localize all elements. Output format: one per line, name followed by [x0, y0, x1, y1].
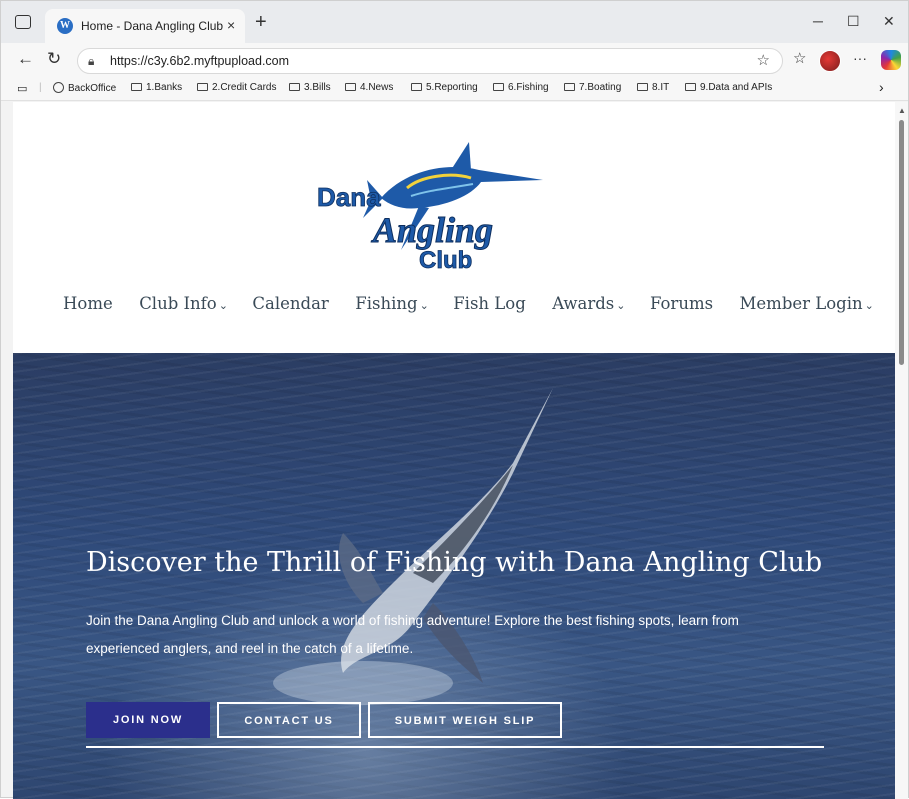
window-close-icon[interactable]: ✕: [883, 13, 895, 30]
logo-text-angling: Angling: [371, 210, 493, 250]
bookmark-star-icon[interactable]: ☆: [757, 51, 770, 69]
nav-member-login[interactable]: Member Login ⌄: [740, 294, 874, 313]
chevron-down-icon: ⌄: [218, 299, 228, 312]
address-bar[interactable]: 🔒︎ https://c3y.6b2.myftpupload.com ☆: [77, 48, 783, 74]
profile-avatar[interactable]: [819, 50, 841, 72]
favorites-icon[interactable]: ☆: [793, 49, 806, 67]
copilot-icon[interactable]: [881, 50, 901, 70]
bookmark-label: 7.Boating: [579, 82, 622, 93]
join-now-button[interactable]: JOIN NOW: [86, 702, 210, 738]
bookmark-label: 6.Fishing: [508, 82, 549, 93]
tab-title: Home - Dana Angling Club: [81, 19, 224, 33]
nav-home[interactable]: Home: [63, 294, 115, 313]
folder-icon: [197, 83, 208, 91]
bookmark-backoffice[interactable]: BackOffice: [53, 82, 116, 94]
tab-home[interactable]: W Home - Dana Angling Club ×: [45, 9, 245, 43]
folder-icon: [564, 83, 575, 91]
bookmark-bar-icon[interactable]: ▭: [17, 82, 27, 95]
bookmark-banks[interactable]: 1.Banks: [131, 82, 182, 93]
minimize-icon[interactable]: ─: [813, 13, 823, 29]
chevron-down-icon: ⌄: [616, 299, 626, 312]
hero-banner: Discover the Thrill of Fishing with Dana…: [13, 353, 895, 799]
maximize-icon[interactable]: ☐: [847, 13, 860, 30]
main-nav: Home Club Info ⌄ Calendar Fishing ⌄ Fish L…: [63, 294, 894, 322]
bookmark-news[interactable]: 4.News: [345, 82, 393, 93]
folder-icon: [493, 83, 504, 91]
browser-window: W Home - Dana Angling Club × + ─ ☐ ✕ ← ↻…: [0, 0, 909, 799]
bookmark-data-apis[interactable]: 9.Data and APIs: [685, 82, 772, 93]
folder-icon: [411, 83, 422, 91]
tab-actions-icon[interactable]: [15, 15, 31, 29]
bookmark-reporting[interactable]: 5.Reporting: [411, 82, 478, 93]
web-page: Dana Angling Club Home Club Info ⌄ Calend…: [13, 102, 895, 799]
bookmark-boating[interactable]: 7.Boating: [564, 82, 621, 93]
folder-icon: [345, 83, 356, 91]
club-logo[interactable]: Dana Angling Club: [311, 140, 551, 275]
folder-icon: [131, 83, 142, 91]
bookmark-label: 9.Data and APIs: [700, 82, 773, 93]
bookmark-label: 3.Bills: [304, 82, 331, 93]
folder-icon: [685, 83, 696, 91]
bookmarks-overflow-icon[interactable]: ›: [879, 79, 884, 95]
nav-club-info[interactable]: Club Info ⌄: [139, 294, 228, 313]
logo-text-club: Club: [419, 247, 472, 274]
reload-icon[interactable]: ↻: [47, 49, 61, 69]
hero-title: Discover the Thrill of Fishing with Dana…: [86, 547, 823, 578]
page-scrollbar[interactable]: ▲: [895, 102, 908, 799]
nav-calendar[interactable]: Calendar: [252, 294, 330, 313]
hero-divider: [86, 746, 824, 748]
nav-forums[interactable]: Forums: [650, 294, 715, 313]
bookmark-label: 8.IT: [652, 82, 670, 93]
contact-us-button[interactable]: CONTACT US: [217, 702, 361, 738]
globe-icon: [53, 82, 64, 93]
bookmarks-divider: |: [39, 82, 42, 93]
bookmark-bills[interactable]: 3.Bills: [289, 82, 331, 93]
browser-toolbar: ← ↻ 🔒︎ https://c3y.6b2.myftpupload.com ☆…: [1, 43, 908, 79]
hero-description: Join the Dana Angling Club and unlock a …: [86, 613, 739, 656]
folder-icon: [289, 83, 300, 91]
wordpress-icon: W: [57, 18, 73, 34]
bookmark-credit-cards[interactable]: 2.Credit Cards: [197, 82, 276, 93]
nav-fish-log[interactable]: Fish Log: [453, 294, 528, 313]
folder-icon: [637, 83, 648, 91]
bookmark-label: 4.News: [360, 82, 394, 93]
chevron-down-icon: ⌄: [419, 299, 429, 312]
submit-weigh-slip-button[interactable]: SUBMIT WEIGH SLIP: [368, 702, 562, 738]
scroll-up-icon[interactable]: ▲: [898, 106, 906, 115]
chevron-down-icon: ⌄: [864, 299, 874, 312]
bookmark-label: 5.Reporting: [426, 82, 478, 93]
url-text[interactable]: https://c3y.6b2.myftpupload.com: [110, 54, 289, 68]
bookmark-label: BackOffice: [68, 83, 117, 94]
bookmarks-bar: ▭ | BackOffice 1.Banks 2.Credit Cards 3.…: [1, 79, 908, 101]
nav-awards[interactable]: Awards ⌄: [552, 294, 625, 313]
new-tab-icon[interactable]: +: [255, 12, 267, 32]
logo-text-dana: Dana: [317, 182, 381, 212]
bookmark-label: 2.Credit Cards: [212, 82, 277, 93]
close-icon[interactable]: ×: [227, 17, 235, 33]
bookmark-label: 1.Banks: [146, 82, 183, 93]
bookmark-it[interactable]: 8.IT: [637, 82, 669, 93]
bookmark-fishing[interactable]: 6.Fishing: [493, 82, 549, 93]
back-icon[interactable]: ←: [17, 49, 34, 69]
scroll-thumb[interactable]: [899, 120, 904, 365]
nav-fishing[interactable]: Fishing ⌄: [355, 294, 429, 313]
site-info-icon[interactable]: 🔒︎: [88, 54, 94, 69]
more-icon[interactable]: ···: [853, 50, 867, 66]
tab-strip: W Home - Dana Angling Club × + ─ ☐ ✕: [1, 1, 908, 43]
